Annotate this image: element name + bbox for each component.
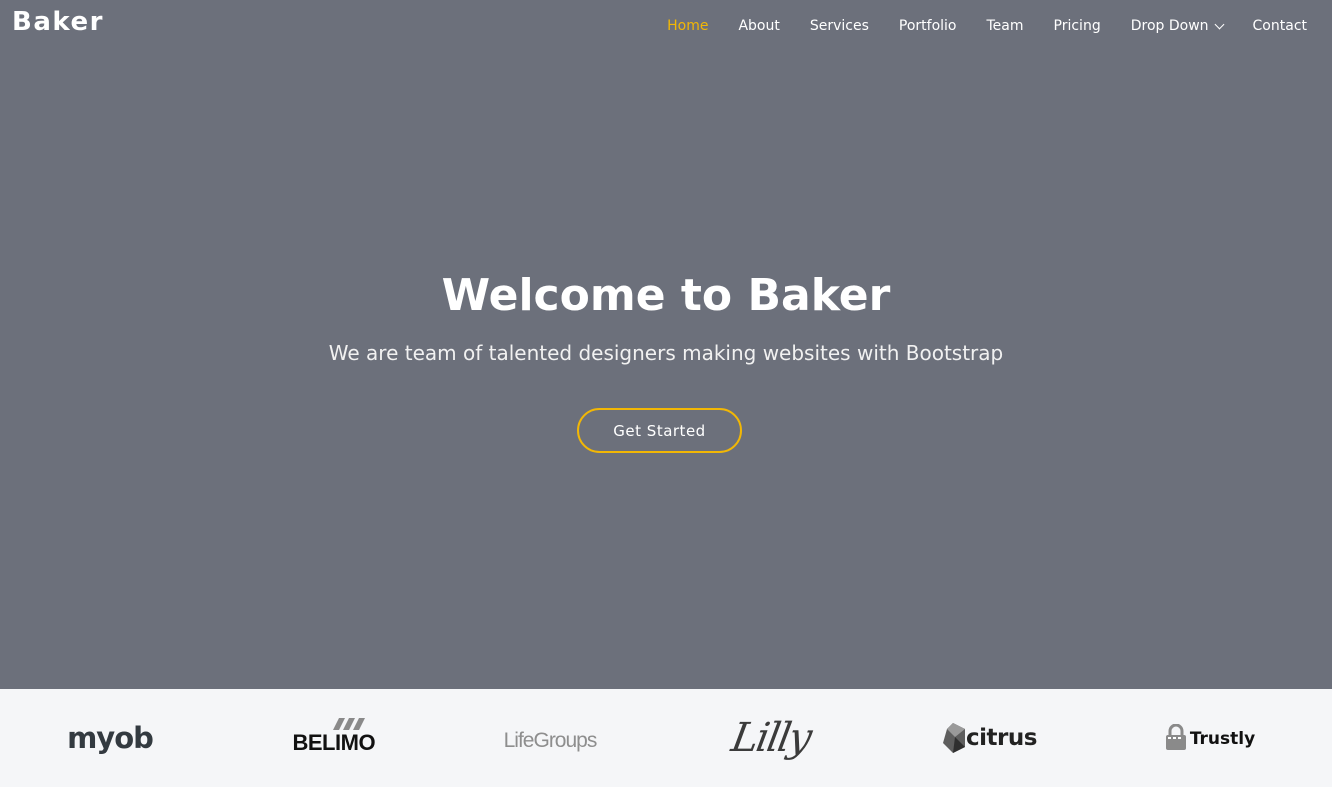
brand-logo[interactable]: Baker: [12, 7, 104, 37]
client-name-myob: myob: [67, 721, 154, 755]
nav-dropdown-label: Drop Down: [1130, 18, 1209, 34]
nav-services[interactable]: Services: [810, 17, 869, 35]
nav-about[interactable]: About: [738, 17, 779, 35]
nav-pricing[interactable]: Pricing: [1054, 17, 1101, 35]
client-logo-trustly[interactable]: Trustly: [1160, 689, 1260, 787]
client-name-belimo: BELIMO: [292, 730, 376, 755]
clients-section: myob BELIMO LifeGroups Lilly citrus Trus…: [0, 689, 1332, 787]
lock-icon: [1165, 724, 1186, 750]
client-logo-lifegroups[interactable]: LifeGroups: [495, 689, 605, 787]
client-logo-lilly[interactable]: Lilly: [718, 689, 823, 787]
client-logo-myob[interactable]: myob: [60, 689, 160, 787]
get-started-button[interactable]: Get Started: [577, 408, 742, 453]
client-name-lilly: Lilly: [727, 715, 814, 761]
nav-home[interactable]: Home: [667, 17, 708, 35]
chevron-down-icon: [1214, 19, 1224, 29]
nav-portfolio-label: Portfolio: [898, 18, 957, 34]
nav-services-label: Services: [809, 18, 869, 34]
nav-team-label: Team: [986, 18, 1024, 34]
nav-pricing-label: Pricing: [1053, 18, 1101, 34]
hero-subtitle: We are team of talented designers making…: [328, 341, 1004, 365]
nav-portfolio[interactable]: Portfolio: [899, 17, 957, 35]
nav-contact[interactable]: Contact: [1253, 17, 1307, 35]
citrus-shape-icon: [943, 723, 966, 753]
nav-home-label: Home: [667, 18, 709, 34]
client-name-citrus: citrus: [966, 725, 1037, 751]
belimo-mark: BELIMO: [283, 718, 378, 758]
client-logo-citrus[interactable]: citrus: [940, 689, 1040, 787]
nav-about-label: About: [738, 18, 780, 34]
client-name-lifegroups: LifeGroups: [503, 729, 598, 752]
client-name-trustly: Trustly: [1189, 729, 1256, 749]
hero-title: Welcome to Baker: [441, 270, 891, 321]
main-nav: Home About Services Portfolio Team Prici…: [637, 17, 1307, 35]
client-logo-belimo[interactable]: BELIMO: [275, 689, 385, 787]
nav-dropdown[interactable]: Drop Down: [1130, 17, 1224, 35]
nav-contact-label: Contact: [1252, 18, 1307, 34]
nav-team[interactable]: Team: [987, 17, 1024, 35]
hero-section: Baker Home About Services Portfolio Team…: [0, 0, 1332, 689]
